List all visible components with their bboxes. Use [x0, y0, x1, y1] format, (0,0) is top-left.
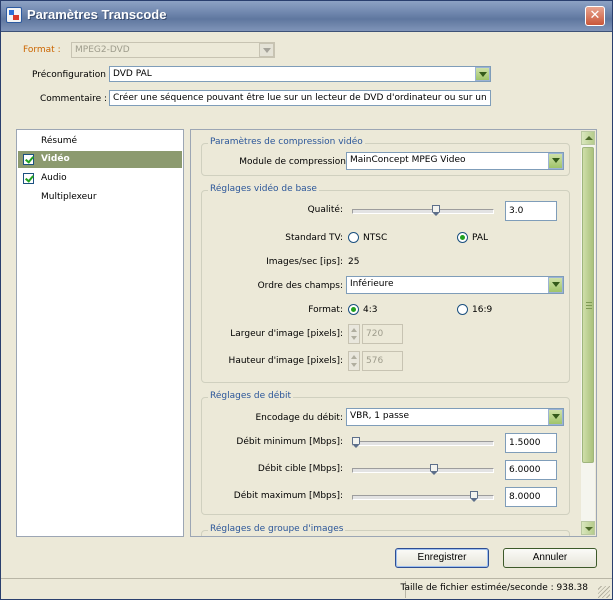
- quality-slider-thumb[interactable]: [432, 205, 440, 216]
- compression-group-title: Paramètres de compression vidéo: [208, 137, 365, 147]
- gop-group: Réglages de groupe d'images: [201, 524, 570, 536]
- height-input[interactable]: 576: [362, 351, 403, 371]
- width-input[interactable]: 720: [362, 324, 403, 344]
- dialog-window: Paramètres Transcode ✕ Format : MPEG2-DV…: [0, 0, 613, 600]
- format-panel: Format : MPEG2-DVD Préconfiguration DVD …: [11, 40, 603, 115]
- quality-slider-track: [352, 209, 494, 214]
- fps-label: Images/sec [ips]:: [266, 257, 343, 267]
- min-bitrate-slider-thumb[interactable]: [352, 437, 360, 448]
- aspect-4-3-label: 4:3: [363, 305, 378, 315]
- grip-line: [586, 308, 592, 309]
- min-bitrate-label: Débit minimum [Mbps]:: [236, 437, 343, 447]
- field-order-dropdown[interactable]: Inférieure: [346, 276, 564, 294]
- codec-value: MainConcept MPEG Video: [350, 155, 466, 165]
- width-label: Largeur d'image [pixels]:: [230, 329, 343, 339]
- video-checkbox[interactable]: [23, 154, 34, 165]
- aspect-label: Format:: [308, 305, 343, 315]
- sidebar-item-multiplexer[interactable]: Multiplexeur: [18, 189, 182, 206]
- chevron-down-icon: [548, 277, 563, 293]
- resize-grip-icon[interactable]: [598, 586, 610, 598]
- title-bar[interactable]: Paramètres Transcode ✕: [1, 1, 612, 32]
- aspect-16-9-label: 16:9: [472, 305, 493, 315]
- settings-content: Paramètres de compression vidéo Module d…: [190, 129, 597, 537]
- comment-label: Commentaire :: [40, 94, 108, 104]
- max-bitrate-slider-thumb[interactable]: [470, 491, 478, 502]
- height-stepper-arrows[interactable]: [348, 351, 360, 371]
- quality-slider[interactable]: [352, 205, 494, 217]
- basic-video-group: Réglages vidéo de base Qualité: 3.0 Stan…: [201, 184, 570, 383]
- preset-dropdown[interactable]: DVD PAL: [109, 66, 491, 82]
- ntsc-label: NTSC: [363, 233, 388, 243]
- window-title: Paramètres Transcode: [27, 7, 167, 22]
- format-label: Format :: [23, 45, 61, 55]
- sidebar-item-video[interactable]: Vidéo: [18, 151, 182, 168]
- compression-group: Paramètres de compression vidéo Module d…: [201, 137, 570, 176]
- gop-group-title: Réglages de groupe d'images: [208, 524, 346, 534]
- width-stepper[interactable]: 720: [348, 324, 403, 344]
- sidebar-item-label: Vidéo: [41, 154, 70, 164]
- fps-value: 25: [348, 257, 360, 267]
- min-bitrate-slider[interactable]: [352, 437, 494, 449]
- comment-input[interactable]: Créer une séquence pouvant être lue sur …: [109, 90, 491, 106]
- scroll-thumb[interactable]: [582, 147, 594, 463]
- bitrate-group: Réglages de débit Encodage du débit: VBR…: [201, 391, 570, 515]
- sidebar-item-audio[interactable]: Audio: [18, 170, 182, 187]
- codec-dropdown[interactable]: MainConcept MPEG Video: [346, 152, 564, 170]
- height-label: Hauteur d'image [pixels]:: [228, 356, 343, 366]
- pal-radio[interactable]: [457, 232, 468, 243]
- field-order-value: Inférieure: [350, 279, 394, 289]
- target-bitrate-slider-thumb[interactable]: [430, 464, 438, 475]
- target-bitrate-slider[interactable]: [352, 464, 494, 476]
- encoding-label: Encodage du débit:: [255, 413, 344, 423]
- sidebar-item-label: Multiplexeur: [41, 192, 97, 202]
- chevron-down-icon: [475, 67, 490, 81]
- codec-label: Module de compression:: [239, 157, 349, 167]
- pal-label: PAL: [472, 233, 489, 243]
- max-bitrate-input[interactable]: 8.0000: [505, 487, 557, 507]
- sidebar-item-label: Résumé: [41, 136, 78, 146]
- max-bitrate-slider[interactable]: [352, 491, 494, 503]
- sidebar-item-resume[interactable]: Résumé: [18, 133, 182, 150]
- width-stepper-arrows[interactable]: [348, 324, 360, 344]
- basic-group-title: Réglages vidéo de base: [208, 184, 319, 194]
- height-stepper[interactable]: 576: [348, 351, 403, 371]
- quality-label: Qualité:: [307, 205, 343, 215]
- sidebar: Résumé Vidéo Audio Multiplexeur: [16, 129, 184, 537]
- aspect-16-9-radio[interactable]: [457, 304, 468, 315]
- target-bitrate-slider-track: [352, 468, 494, 473]
- target-bitrate-label: Débit cible [Mbps]:: [257, 464, 343, 474]
- preset-value: DVD PAL: [113, 69, 152, 79]
- status-bar: Taille de fichier estimée/seconde : 938.…: [1, 578, 612, 600]
- encoding-dropdown[interactable]: VBR, 1 passe: [346, 408, 564, 426]
- chevron-down-icon: [548, 153, 563, 169]
- preset-label: Préconfiguration: [32, 70, 107, 80]
- max-bitrate-label: Débit maximum [Mbps]:: [233, 491, 343, 501]
- chevron-down-icon: [259, 43, 274, 57]
- app-icon: [6, 7, 22, 23]
- field-order-label: Ordre des champs:: [257, 281, 343, 291]
- audio-checkbox[interactable]: [23, 173, 34, 184]
- scroll-up-button[interactable]: [581, 131, 595, 145]
- min-bitrate-slider-track: [352, 441, 494, 446]
- aspect-4-3-radio[interactable]: [348, 304, 359, 315]
- min-bitrate-input[interactable]: 1.5000: [505, 433, 557, 453]
- grip-line: [586, 302, 592, 303]
- format-value: MPEG2-DVD: [75, 45, 130, 55]
- scroll-down-button[interactable]: [581, 521, 595, 535]
- encoding-value: VBR, 1 passe: [350, 411, 410, 421]
- format-dropdown[interactable]: MPEG2-DVD: [71, 42, 275, 58]
- bitrate-group-title: Réglages de débit: [208, 391, 294, 401]
- sidebar-item-label: Audio: [41, 173, 67, 183]
- ntsc-radio[interactable]: [348, 232, 359, 243]
- tv-standard-label: Standard TV:: [285, 233, 343, 243]
- vertical-scrollbar[interactable]: [581, 131, 595, 535]
- cancel-button[interactable]: Annuler: [503, 548, 597, 568]
- quality-input[interactable]: 3.0: [505, 201, 557, 221]
- target-bitrate-input[interactable]: 6.0000: [505, 460, 557, 480]
- estimated-size-text: Taille de fichier estimée/seconde : 938.…: [400, 583, 588, 593]
- grip-line: [586, 305, 592, 306]
- chevron-down-icon: [548, 409, 563, 425]
- close-button[interactable]: ✕: [585, 6, 605, 26]
- save-button[interactable]: Enregistrer: [395, 548, 489, 568]
